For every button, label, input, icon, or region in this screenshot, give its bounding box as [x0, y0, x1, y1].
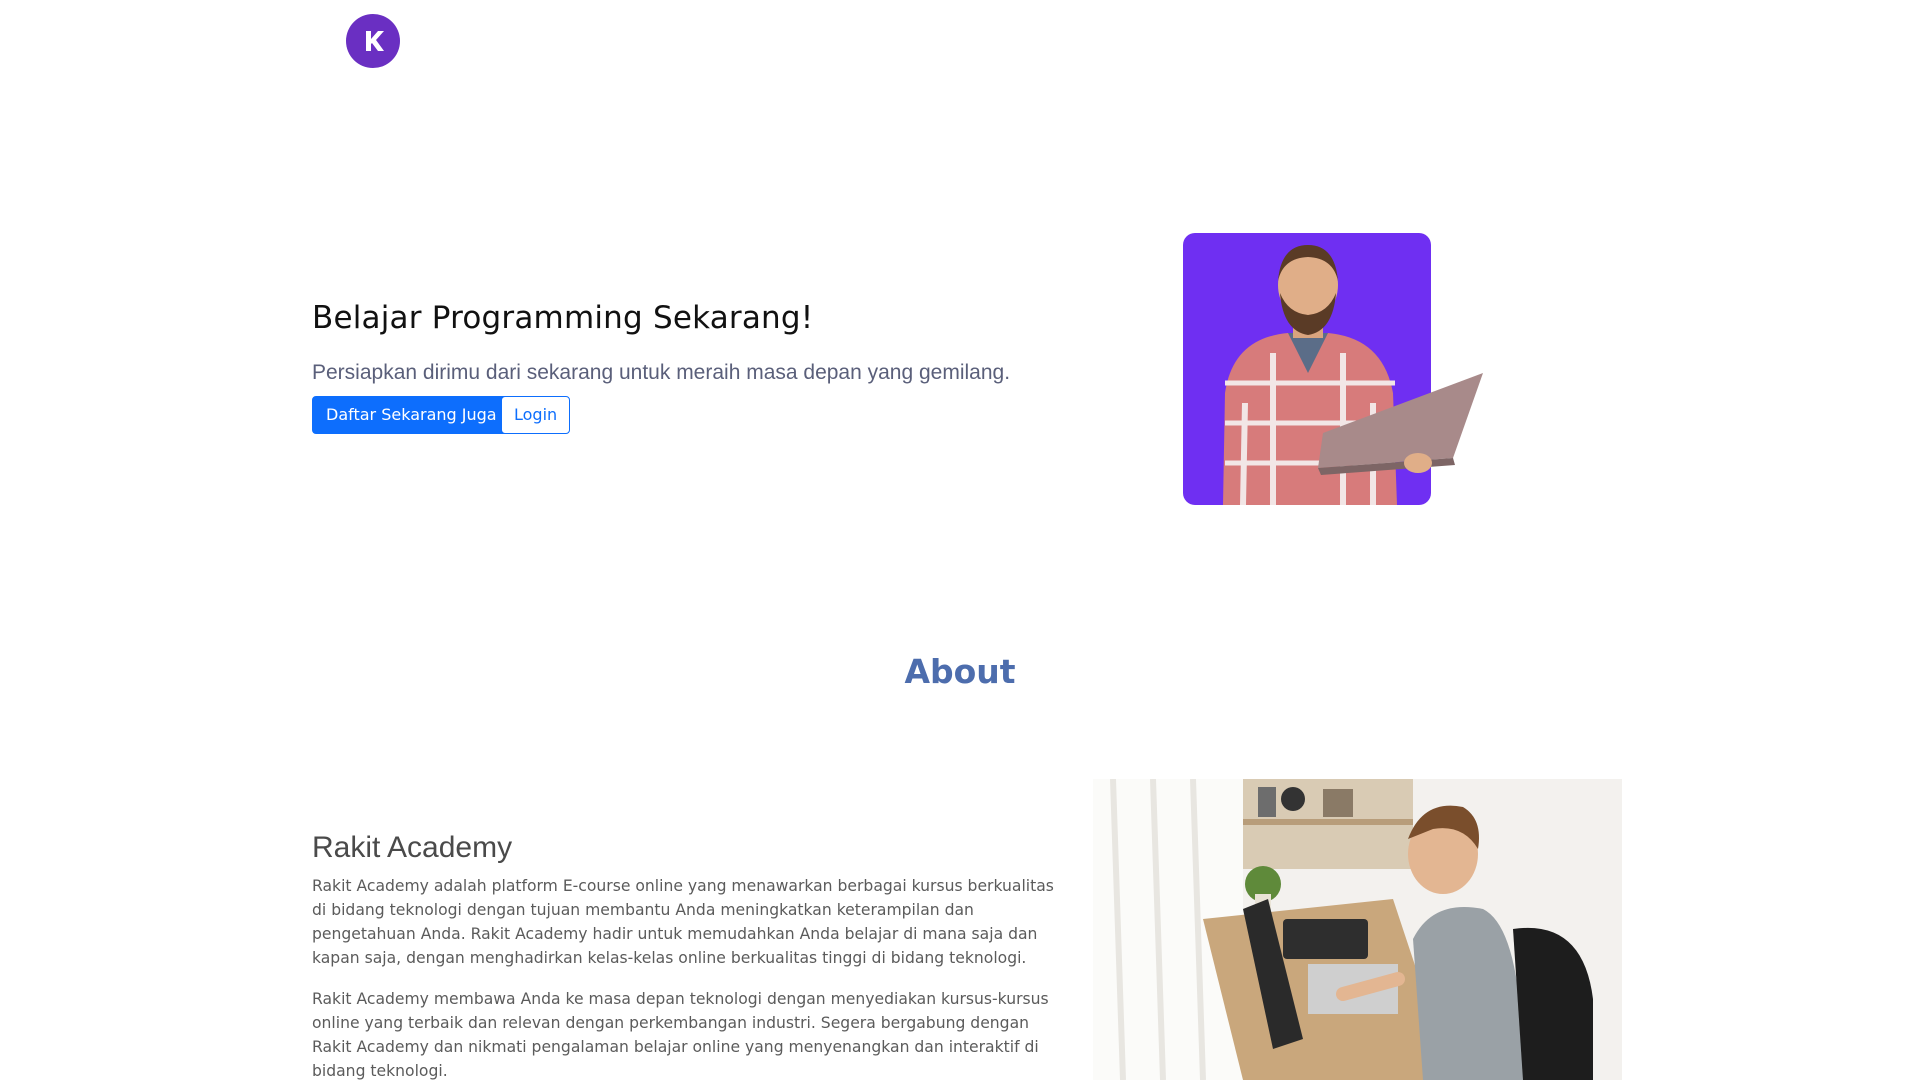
- logo-k-icon: [366, 31, 384, 51]
- about-paragraph-2: Rakit Academy membawa Anda ke masa depan…: [312, 990, 1049, 1080]
- hero-image: [1183, 233, 1488, 506]
- about-image: [1093, 779, 1622, 1080]
- hero-title: Belajar Programming Sekarang!: [312, 300, 814, 336]
- about-section-title: About: [904, 652, 1016, 691]
- about-paragraph-1: Rakit Academy adalah platform E-course o…: [312, 877, 1054, 967]
- hero-subtitle: Persiapkan dirimu dari sekarang untuk me…: [312, 361, 1011, 384]
- login-button[interactable]: Login: [501, 396, 571, 434]
- brand-logo[interactable]: [346, 14, 400, 68]
- about-heading: Rakit Academy: [312, 831, 513, 864]
- register-button[interactable]: Daftar Sekarang Juga: [312, 396, 511, 434]
